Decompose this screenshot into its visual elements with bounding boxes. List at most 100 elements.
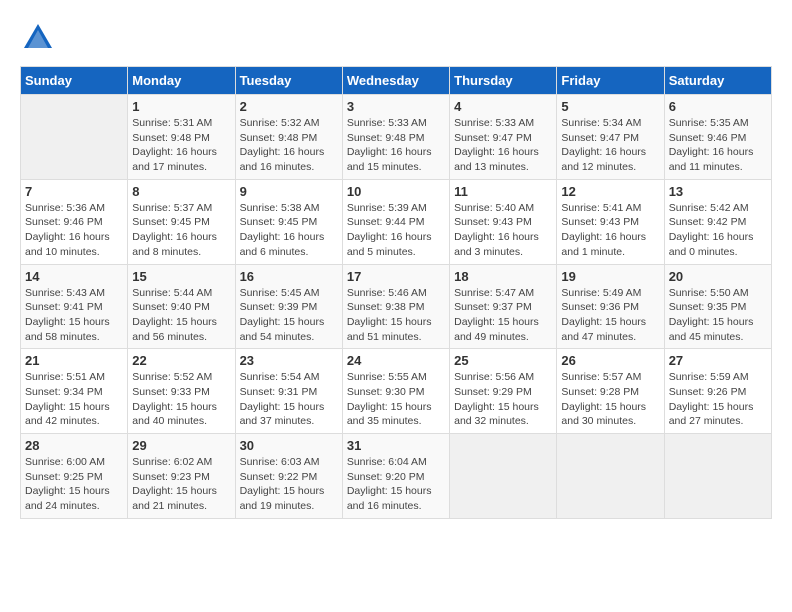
- day-info: Sunrise: 5:50 AM Sunset: 9:35 PM Dayligh…: [669, 286, 767, 345]
- day-number: 4: [454, 99, 552, 114]
- header-thursday: Thursday: [450, 67, 557, 95]
- day-info: Sunrise: 6:00 AM Sunset: 9:25 PM Dayligh…: [25, 455, 123, 514]
- calendar-cell: 15 Sunrise: 5:44 AM Sunset: 9:40 PM Dayli…: [128, 264, 235, 349]
- page-header: [20, 20, 772, 56]
- calendar-cell: 27 Sunrise: 5:59 AM Sunset: 9:26 PM Dayli…: [664, 349, 771, 434]
- day-info: Sunrise: 5:54 AM Sunset: 9:31 PM Dayligh…: [240, 370, 338, 429]
- day-info: Sunrise: 6:04 AM Sunset: 9:20 PM Dayligh…: [347, 455, 445, 514]
- calendar-cell: 29Sunrise: 6:02 AM Sunset: 9:23 PM Dayli…: [128, 434, 235, 519]
- day-info: Sunrise: 5:52 AM Sunset: 9:33 PM Dayligh…: [132, 370, 230, 429]
- day-info: Sunrise: 5:32 AM Sunset: 9:48 PM Dayligh…: [240, 116, 338, 175]
- calendar-cell: 5 Sunrise: 5:34 AM Sunset: 9:47 PM Daylig…: [557, 95, 664, 180]
- day-number: 17: [347, 269, 445, 284]
- calendar-cell: 20 Sunrise: 5:50 AM Sunset: 9:35 PM Dayli…: [664, 264, 771, 349]
- day-info: Sunrise: 5:42 AM Sunset: 9:42 PM Dayligh…: [669, 201, 767, 260]
- calendar-cell: 9 Sunrise: 5:38 AM Sunset: 9:45 PM Daylig…: [235, 179, 342, 264]
- day-info: Sunrise: 5:33 AM Sunset: 9:48 PM Dayligh…: [347, 116, 445, 175]
- day-number: 31: [347, 438, 445, 453]
- day-info: Sunrise: 5:43 AM Sunset: 9:41 PM Dayligh…: [25, 286, 123, 345]
- calendar-cell: 26Sunrise: 5:57 AM Sunset: 9:28 PM Dayli…: [557, 349, 664, 434]
- calendar-week-row: 28 Sunrise: 6:00 AM Sunset: 9:25 PM Dayli…: [21, 434, 772, 519]
- day-number: 26: [561, 353, 659, 368]
- day-info: Sunrise: 5:36 AM Sunset: 9:46 PM Dayligh…: [25, 201, 123, 260]
- day-number: 11: [454, 184, 552, 199]
- day-info: Sunrise: 5:33 AM Sunset: 9:47 PM Dayligh…: [454, 116, 552, 175]
- calendar-cell: 3 Sunrise: 5:33 AM Sunset: 9:48 PM Daylig…: [342, 95, 449, 180]
- calendar-cell: 23 Sunrise: 5:54 AM Sunset: 9:31 PM Dayli…: [235, 349, 342, 434]
- day-info: Sunrise: 5:45 AM Sunset: 9:39 PM Dayligh…: [240, 286, 338, 345]
- day-info: Sunrise: 5:38 AM Sunset: 9:45 PM Dayligh…: [240, 201, 338, 260]
- calendar-week-row: 7Sunrise: 5:36 AM Sunset: 9:46 PM Daylig…: [21, 179, 772, 264]
- calendar-cell: 6 Sunrise: 5:35 AM Sunset: 9:46 PM Daylig…: [664, 95, 771, 180]
- calendar-cell: 14 Sunrise: 5:43 AM Sunset: 9:41 PM Dayli…: [21, 264, 128, 349]
- day-info: Sunrise: 5:46 AM Sunset: 9:38 PM Dayligh…: [347, 286, 445, 345]
- day-number: 22: [132, 353, 230, 368]
- calendar-cell: 25 Sunrise: 5:56 AM Sunset: 9:29 PM Dayli…: [450, 349, 557, 434]
- header-tuesday: Tuesday: [235, 67, 342, 95]
- day-number: 25: [454, 353, 552, 368]
- day-number: 10: [347, 184, 445, 199]
- day-info: Sunrise: 5:47 AM Sunset: 9:37 PM Dayligh…: [454, 286, 552, 345]
- calendar-cell: 16 Sunrise: 5:45 AM Sunset: 9:39 PM Dayli…: [235, 264, 342, 349]
- calendar-cell: 8Sunrise: 5:37 AM Sunset: 9:45 PM Daylig…: [128, 179, 235, 264]
- calendar-cell: 21 Sunrise: 5:51 AM Sunset: 9:34 PM Dayli…: [21, 349, 128, 434]
- day-info: Sunrise: 5:44 AM Sunset: 9:40 PM Dayligh…: [132, 286, 230, 345]
- day-number: 2: [240, 99, 338, 114]
- day-number: 16: [240, 269, 338, 284]
- calendar-cell: 17 Sunrise: 5:46 AM Sunset: 9:38 PM Dayli…: [342, 264, 449, 349]
- calendar-table: SundayMondayTuesdayWednesdayThursdayFrid…: [20, 66, 772, 519]
- day-info: Sunrise: 5:31 AM Sunset: 9:48 PM Dayligh…: [132, 116, 230, 175]
- calendar-cell: 12 Sunrise: 5:41 AM Sunset: 9:43 PM Dayli…: [557, 179, 664, 264]
- day-info: Sunrise: 5:59 AM Sunset: 9:26 PM Dayligh…: [669, 370, 767, 429]
- day-number: 23: [240, 353, 338, 368]
- calendar-cell: 30 Sunrise: 6:03 AM Sunset: 9:22 PM Dayli…: [235, 434, 342, 519]
- calendar-cell: 13 Sunrise: 5:42 AM Sunset: 9:42 PM Dayli…: [664, 179, 771, 264]
- calendar-cell: 28 Sunrise: 6:00 AM Sunset: 9:25 PM Dayli…: [21, 434, 128, 519]
- calendar-cell: 24 Sunrise: 5:55 AM Sunset: 9:30 PM Dayli…: [342, 349, 449, 434]
- day-info: Sunrise: 5:35 AM Sunset: 9:46 PM Dayligh…: [669, 116, 767, 175]
- day-info: Sunrise: 5:41 AM Sunset: 9:43 PM Dayligh…: [561, 201, 659, 260]
- day-info: Sunrise: 5:56 AM Sunset: 9:29 PM Dayligh…: [454, 370, 552, 429]
- day-number: 12: [561, 184, 659, 199]
- day-info: Sunrise: 5:49 AM Sunset: 9:36 PM Dayligh…: [561, 286, 659, 345]
- day-number: 14: [25, 269, 123, 284]
- day-number: 24: [347, 353, 445, 368]
- day-number: 9: [240, 184, 338, 199]
- day-number: 20: [669, 269, 767, 284]
- calendar-cell: 4 Sunrise: 5:33 AM Sunset: 9:47 PM Daylig…: [450, 95, 557, 180]
- day-number: 21: [25, 353, 123, 368]
- day-number: 28: [25, 438, 123, 453]
- day-info: Sunrise: 5:34 AM Sunset: 9:47 PM Dayligh…: [561, 116, 659, 175]
- day-number: 27: [669, 353, 767, 368]
- header-friday: Friday: [557, 67, 664, 95]
- day-info: Sunrise: 5:55 AM Sunset: 9:30 PM Dayligh…: [347, 370, 445, 429]
- calendar-cell: 18Sunrise: 5:47 AM Sunset: 9:37 PM Dayli…: [450, 264, 557, 349]
- calendar-cell: 2 Sunrise: 5:32 AM Sunset: 9:48 PM Daylig…: [235, 95, 342, 180]
- calendar-cell: 19Sunrise: 5:49 AM Sunset: 9:36 PM Dayli…: [557, 264, 664, 349]
- calendar-cell: 10 Sunrise: 5:39 AM Sunset: 9:44 PM Dayli…: [342, 179, 449, 264]
- day-info: Sunrise: 5:39 AM Sunset: 9:44 PM Dayligh…: [347, 201, 445, 260]
- day-info: Sunrise: 6:03 AM Sunset: 9:22 PM Dayligh…: [240, 455, 338, 514]
- day-number: 3: [347, 99, 445, 114]
- header-saturday: Saturday: [664, 67, 771, 95]
- calendar-cell: [557, 434, 664, 519]
- calendar-cell: 22 Sunrise: 5:52 AM Sunset: 9:33 PM Dayli…: [128, 349, 235, 434]
- calendar-week-row: 21 Sunrise: 5:51 AM Sunset: 9:34 PM Dayli…: [21, 349, 772, 434]
- day-info: Sunrise: 5:40 AM Sunset: 9:43 PM Dayligh…: [454, 201, 552, 260]
- day-number: 30: [240, 438, 338, 453]
- calendar-week-row: 1 Sunrise: 5:31 AM Sunset: 9:48 PM Daylig…: [21, 95, 772, 180]
- calendar-header-row: SundayMondayTuesdayWednesdayThursdayFrid…: [21, 67, 772, 95]
- calendar-cell: 11 Sunrise: 5:40 AM Sunset: 9:43 PM Dayli…: [450, 179, 557, 264]
- day-info: Sunrise: 5:51 AM Sunset: 9:34 PM Dayligh…: [25, 370, 123, 429]
- day-number: 5: [561, 99, 659, 114]
- day-number: 6: [669, 99, 767, 114]
- header-wednesday: Wednesday: [342, 67, 449, 95]
- day-info: Sunrise: 6:02 AM Sunset: 9:23 PM Dayligh…: [132, 455, 230, 514]
- day-number: 15: [132, 269, 230, 284]
- header-sunday: Sunday: [21, 67, 128, 95]
- day-number: 13: [669, 184, 767, 199]
- calendar-cell: [664, 434, 771, 519]
- day-number: 8: [132, 184, 230, 199]
- day-number: 1: [132, 99, 230, 114]
- calendar-cell: [450, 434, 557, 519]
